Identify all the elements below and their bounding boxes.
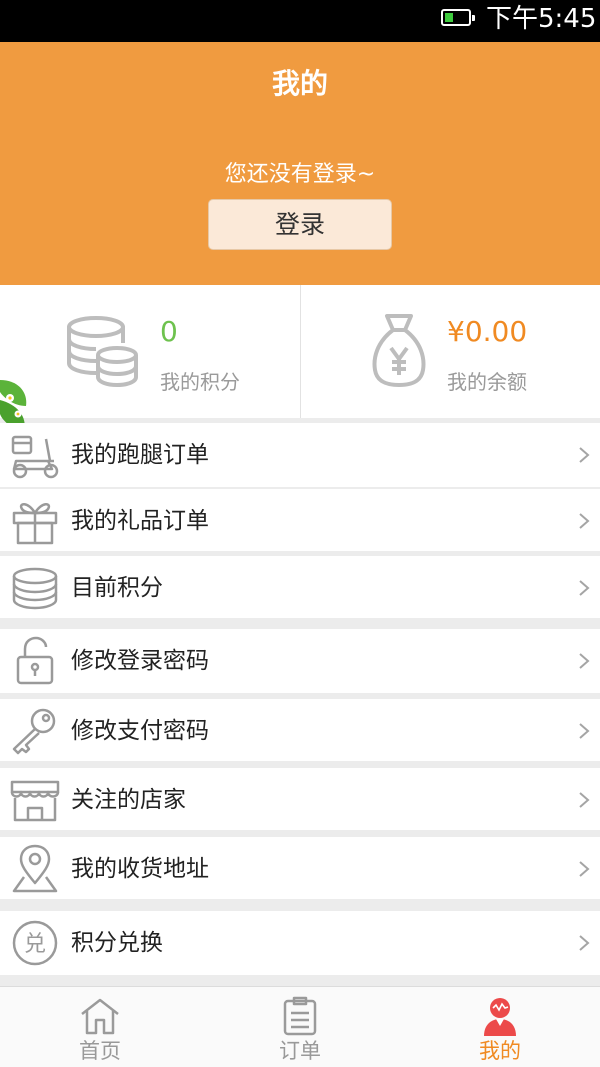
- bottom-tab-bar: 首页 订单 我的: [0, 986, 600, 1067]
- redeem-badge-icon: 兑: [12, 920, 58, 966]
- menu-item-label: 修改登录密码: [71, 648, 209, 674]
- page-title: 我的: [271, 67, 328, 100]
- chevron-right-icon: [579, 723, 590, 739]
- status-time: 下午5:45: [486, 4, 597, 34]
- money-bag-icon: [372, 314, 426, 387]
- menu-item-shipping-address[interactable]: 我的收货地址: [0, 835, 600, 899]
- home-icon: [81, 998, 119, 1035]
- menu-item-points-redeem[interactable]: 兑 积分兑换: [0, 911, 600, 975]
- chevron-right-icon: [579, 580, 590, 596]
- menu-item-change-login-password[interactable]: 修改登录密码: [0, 629, 600, 693]
- profile-header: 我的 您还没有登录~ 登录: [0, 42, 600, 285]
- balance-value: ¥0.00: [447, 315, 528, 348]
- battery-icon: [441, 9, 475, 26]
- scooter-icon: [11, 435, 59, 479]
- status-bar: 下午5:45: [0, 0, 600, 42]
- tab-label: 首页: [79, 1039, 121, 1063]
- points-value: 0: [160, 315, 178, 348]
- menu-item-change-payment-password[interactable]: 修改支付密码: [0, 697, 600, 761]
- menu-item-label: 我的收货地址: [71, 856, 209, 882]
- coins-icon: [12, 567, 58, 610]
- padlock-icon: [16, 636, 54, 685]
- menu-item-label: 关注的店家: [71, 787, 186, 813]
- menu-item-gift-orders[interactable]: 我的礼品订单: [0, 487, 600, 551]
- coins-stack-icon: [67, 316, 138, 387]
- points-stat[interactable]: 0 我的积分: [0, 285, 300, 418]
- chevron-right-icon: [579, 653, 590, 669]
- menu-item-label: 我的礼品订单: [71, 508, 209, 534]
- points-label: 我的积分: [160, 370, 240, 394]
- clipboard-icon: [283, 996, 317, 1036]
- login-hint: 您还没有登录~: [224, 162, 376, 187]
- tab-label: 我的: [479, 1039, 521, 1063]
- user-icon: [484, 998, 516, 1036]
- menu-item-followed-stores[interactable]: 关注的店家: [0, 766, 600, 830]
- menu-item-label: 积分兑换: [71, 930, 163, 956]
- menu-item-errand-orders[interactable]: 我的跑腿订单: [0, 423, 600, 487]
- chevron-right-icon: [579, 792, 590, 808]
- menu-item-current-points[interactable]: 目前积分: [0, 554, 600, 618]
- balance-label: 我的余额: [447, 370, 527, 394]
- tab-orders[interactable]: 订单: [200, 987, 400, 1067]
- menu-item-label: 目前积分: [71, 575, 163, 601]
- menu-item-label: 修改支付密码: [71, 718, 209, 744]
- chevron-right-icon: [579, 447, 590, 463]
- tab-home[interactable]: 首页: [0, 987, 200, 1067]
- chevron-right-icon: [579, 513, 590, 529]
- key-icon: [12, 708, 56, 755]
- tab-label: 订单: [279, 1039, 321, 1063]
- chevron-right-icon: [579, 935, 590, 951]
- menu-item-label: 我的跑腿订单: [71, 442, 209, 468]
- location-pin-icon: [12, 844, 58, 893]
- balance-stat[interactable]: ¥0.00 我的余额: [301, 285, 600, 418]
- account-stats: 0 我的积分 ¥0.00 我的余额: [0, 285, 600, 418]
- tab-mine[interactable]: 我的: [400, 987, 600, 1067]
- chevron-right-icon: [579, 861, 590, 877]
- redeem-badge-text: 兑: [24, 932, 46, 957]
- login-button[interactable]: 登录: [208, 199, 392, 250]
- gift-icon: [12, 503, 58, 545]
- store-icon: [10, 780, 60, 822]
